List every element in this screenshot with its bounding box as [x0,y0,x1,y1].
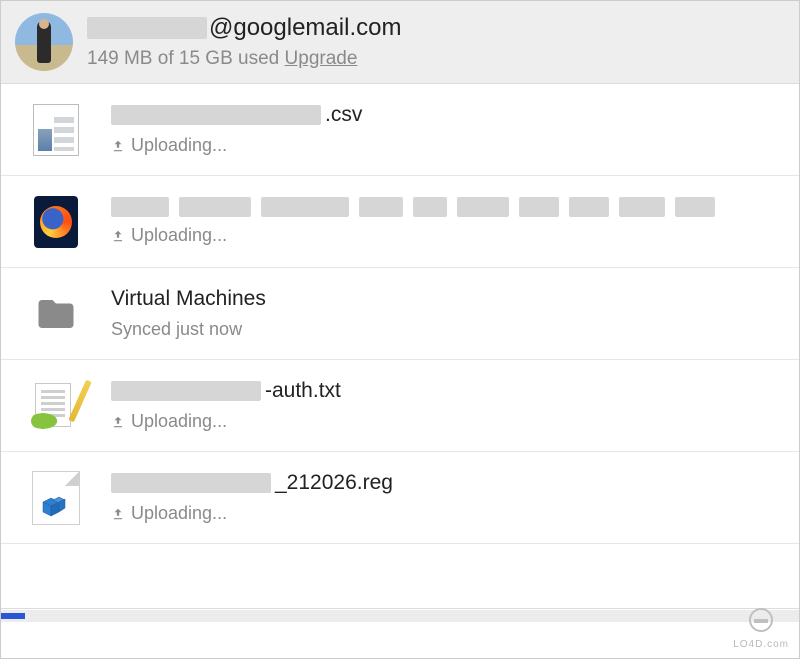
storage-used: 149 MB [87,48,152,69]
file-list: .csv Uploading... [1,84,799,544]
file-icon-registry [29,471,83,525]
file-name [111,197,787,217]
account-header: @googlemail.com 149 MB of 15 GB used Upg… [1,1,799,84]
list-item[interactable]: -auth.txt Uploading... [1,360,799,452]
file-icon-sheet [29,103,83,157]
list-item[interactable]: Virtual Machines Synced just now [1,268,799,360]
folder-icon [29,287,83,341]
file-status: Synced just now [111,319,787,340]
file-name-suffix: -auth.txt [265,379,341,403]
file-name: Virtual Machines [111,287,787,311]
file-status: Uploading... [111,503,787,524]
file-icon-notepadpp [29,379,83,433]
upload-icon [111,229,125,243]
redacted-text [87,17,207,39]
upload-icon [111,415,125,429]
list-item[interactable]: _212026.reg Uploading... [1,452,799,544]
file-status: Uploading... [111,225,787,246]
upgrade-link[interactable]: Upgrade [285,48,358,69]
redacted-text [111,473,271,493]
upload-icon [111,507,125,521]
watermark-text: LO4D.com [733,639,789,650]
upload-progress-fill [1,613,25,619]
redacted-text [111,381,261,401]
storage-total: 15 GB [179,48,233,69]
file-name-suffix: _212026.reg [275,471,393,495]
file-status: Uploading... [111,135,787,156]
account-email: @googlemail.com [87,14,401,42]
watermark-icon [749,608,773,632]
file-name: -auth.txt [111,379,787,403]
file-name: _212026.reg [111,471,787,495]
watermark: LO4D.com [733,608,789,652]
file-status: Uploading... [111,411,787,432]
file-name: .csv [111,103,787,127]
storage-usage: 149 MB of 15 GB used Upgrade [87,48,401,70]
redacted-text [111,197,715,217]
list-item[interactable]: Uploading... [1,176,799,268]
list-item[interactable]: .csv Uploading... [1,84,799,176]
redacted-text [111,105,321,125]
upload-icon [111,139,125,153]
file-icon-firefox [29,195,83,249]
file-name-suffix: .csv [325,103,362,127]
email-domain: @googlemail.com [209,14,401,42]
upload-progress-bar [1,608,799,622]
avatar[interactable] [15,13,73,71]
